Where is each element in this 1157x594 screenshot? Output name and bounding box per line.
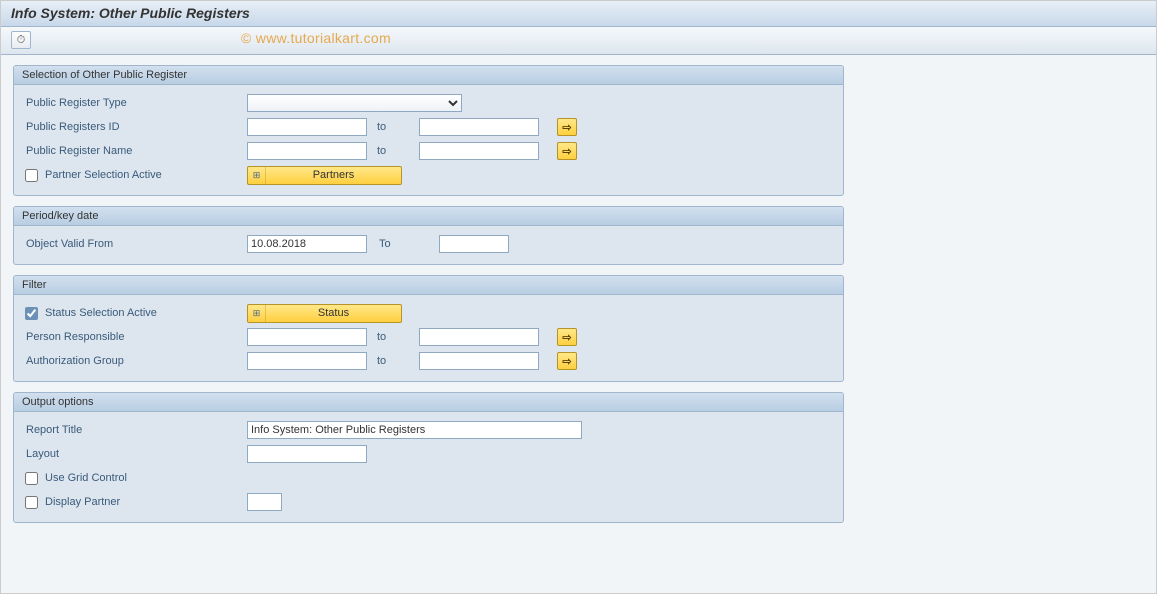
status-sel-checkbox[interactable] xyxy=(25,307,38,320)
to-label: to xyxy=(367,331,419,343)
grid-checkbox[interactable] xyxy=(25,472,38,485)
row-report-title: Report Title xyxy=(22,418,835,442)
layout-input[interactable] xyxy=(247,445,367,463)
auth-to-input[interactable] xyxy=(419,352,539,370)
reg-name-multi-select-button[interactable]: ⇨ xyxy=(557,142,577,160)
label-valid-from: Object Valid From xyxy=(22,238,247,250)
row-reg-id: Public Registers ID to ⇨ xyxy=(22,115,835,139)
content-area: Selection of Other Public Register Publi… xyxy=(1,55,856,543)
label-person: Person Responsible xyxy=(22,331,247,343)
auth-from-input[interactable] xyxy=(247,352,367,370)
group-output-header: Output options xyxy=(14,393,843,412)
reg-type-select[interactable] xyxy=(247,94,462,112)
group-output: Output options Report Title Layout Use G… xyxy=(13,392,844,523)
person-to-input[interactable] xyxy=(419,328,539,346)
report-title-input[interactable] xyxy=(247,421,582,439)
row-person: Person Responsible to ⇨ xyxy=(22,325,835,349)
partner-sel-wrapper: Partner Selection Active xyxy=(22,169,247,182)
page-title: Info System: Other Public Registers xyxy=(11,5,250,21)
auth-multi-select-button[interactable]: ⇨ xyxy=(557,352,577,370)
label-display-partner: Display Partner xyxy=(45,496,120,508)
person-multi-select-button[interactable]: ⇨ xyxy=(557,328,577,346)
toolbar: ⏱ © www.tutorialkart.com xyxy=(1,27,1156,55)
label-layout: Layout xyxy=(22,448,247,460)
person-from-input[interactable] xyxy=(247,328,367,346)
reg-id-to-input[interactable] xyxy=(419,118,539,136)
valid-to-input[interactable] xyxy=(439,235,509,253)
display-partner-input[interactable] xyxy=(247,493,282,511)
label-status-sel: Status Selection Active xyxy=(45,307,157,319)
display-partner-checkbox[interactable] xyxy=(25,496,38,509)
clock-icon: ⏱ xyxy=(17,34,26,47)
partners-button[interactable]: ⊞ Partners xyxy=(247,166,402,185)
partner-sel-checkbox[interactable] xyxy=(25,169,38,182)
group-selection: Selection of Other Public Register Publi… xyxy=(13,65,844,196)
reg-id-multi-select-button[interactable]: ⇨ xyxy=(557,118,577,136)
label-report-title: Report Title xyxy=(22,424,247,436)
row-status-sel: Status Selection Active ⊞ Status xyxy=(22,301,835,325)
row-reg-type: Public Register Type xyxy=(22,91,835,115)
arrow-right-icon: ⇨ xyxy=(562,145,571,158)
row-valid-from: Object Valid From To xyxy=(22,232,835,256)
status-button[interactable]: ⊞ Status xyxy=(247,304,402,323)
group-filter-header: Filter xyxy=(14,276,843,295)
label-reg-id: Public Registers ID xyxy=(22,121,247,133)
reg-id-from-input[interactable] xyxy=(247,118,367,136)
group-filter: Filter Status Selection Active ⊞ Status … xyxy=(13,275,844,382)
row-partner-sel: Partner Selection Active ⊞ Partners xyxy=(22,163,835,187)
group-period: Period/key date Object Valid From To xyxy=(13,206,844,265)
watermark-text: © www.tutorialkart.com xyxy=(241,30,391,46)
label-reg-name: Public Register Name xyxy=(22,145,247,157)
valid-from-input[interactable] xyxy=(247,235,367,253)
execute-button[interactable]: ⏱ xyxy=(11,31,31,49)
arrow-right-icon: ⇨ xyxy=(562,121,571,134)
label-grid: Use Grid Control xyxy=(45,472,127,484)
to-label: to xyxy=(367,355,419,367)
expand-icon: ⊞ xyxy=(248,305,266,322)
arrow-right-icon: ⇨ xyxy=(562,331,571,344)
reg-name-to-input[interactable] xyxy=(419,142,539,160)
status-button-label: Status xyxy=(266,307,401,319)
arrow-right-icon: ⇨ xyxy=(562,355,571,368)
title-bar: Info System: Other Public Registers xyxy=(1,1,1156,27)
row-grid: Use Grid Control xyxy=(22,466,835,490)
group-selection-header: Selection of Other Public Register xyxy=(14,66,843,85)
row-layout: Layout xyxy=(22,442,835,466)
partners-button-label: Partners xyxy=(266,169,401,181)
label-auth: Authorization Group xyxy=(22,355,247,367)
row-reg-name: Public Register Name to ⇨ xyxy=(22,139,835,163)
to-label: to xyxy=(367,145,419,157)
row-auth: Authorization Group to ⇨ xyxy=(22,349,835,373)
status-sel-wrapper: Status Selection Active xyxy=(22,307,247,320)
expand-icon: ⊞ xyxy=(248,167,266,184)
to-label: to xyxy=(367,121,419,133)
label-reg-type: Public Register Type xyxy=(22,97,247,109)
row-display-partner: Display Partner xyxy=(22,490,835,514)
group-period-header: Period/key date xyxy=(14,207,843,226)
to-label: To xyxy=(367,238,439,250)
display-partner-wrapper: Display Partner xyxy=(22,496,247,509)
app-window: Info System: Other Public Registers ⏱ © … xyxy=(0,0,1157,594)
grid-wrapper: Use Grid Control xyxy=(22,472,247,485)
label-partner-sel: Partner Selection Active xyxy=(45,169,162,181)
reg-name-from-input[interactable] xyxy=(247,142,367,160)
